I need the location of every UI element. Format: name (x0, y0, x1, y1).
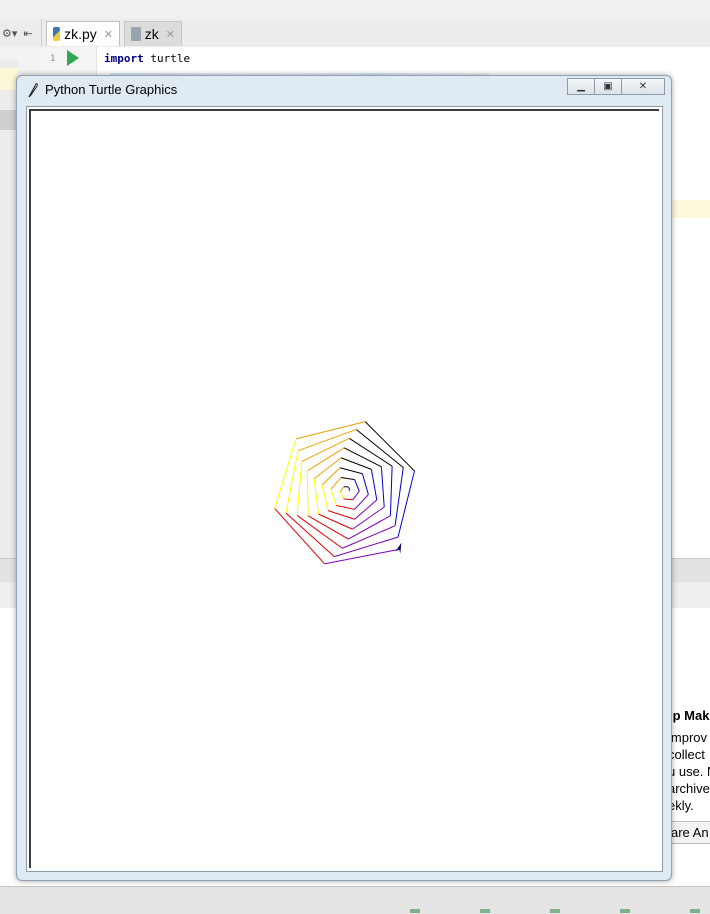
close-icon[interactable]: ✕ (166, 28, 175, 41)
spiral-segment (275, 439, 296, 509)
spiral-segment (365, 422, 414, 471)
spiral-segment (352, 507, 384, 529)
spiral-segment (340, 492, 343, 499)
close-icon[interactable]: ✕ (621, 78, 665, 95)
run-icon[interactable] (67, 50, 79, 66)
minimize-icon[interactable]: ▁ (567, 78, 595, 95)
spiral-segment (340, 487, 343, 492)
ide-toolbar: ⚙▾ ⇤ (0, 19, 42, 47)
ide-tab-bar: zk.py ✕ zk ✕ (42, 19, 710, 48)
popup-text: u use. N (668, 764, 710, 779)
code-text: turtle (144, 52, 190, 65)
ide-top-strip (0, 0, 710, 19)
popup-text: archive (668, 781, 710, 796)
spiral-segment (314, 479, 318, 514)
turtle-graphics-window: Python Turtle Graphics ▁ ▣ ✕ (16, 75, 672, 881)
tab-zk-py[interactable]: zk.py ✕ (46, 21, 120, 46)
tab-label: zk (145, 26, 159, 42)
spiral-segment (371, 469, 376, 500)
spiral-segment (331, 477, 341, 489)
tab-zk[interactable]: zk ✕ (124, 21, 182, 46)
spiral-segment (355, 500, 377, 519)
popup-text: improv (668, 730, 707, 745)
spiral-segment (395, 468, 403, 526)
turtle-canvas (29, 109, 659, 868)
window-controls: ▁ ▣ ✕ (567, 78, 665, 95)
settings-icon[interactable]: ⚙▾ (2, 27, 17, 40)
collapse-icon[interactable]: ⇤ (23, 27, 32, 40)
spiral-segment (322, 485, 328, 511)
code-keyword: import (104, 52, 144, 65)
spiral-segment (344, 448, 381, 467)
spiral-segment (341, 477, 355, 479)
spiral-segment (355, 495, 369, 510)
spiral-segment (331, 489, 337, 505)
spiral-segment (398, 471, 415, 537)
spiral-segment (340, 468, 362, 474)
maximize-icon[interactable]: ▣ (594, 78, 622, 95)
popup-text: collect (668, 747, 705, 762)
line-number: 1 (50, 54, 55, 64)
feather-icon (27, 82, 39, 98)
turtle-drawing (31, 111, 661, 869)
spiral-segment (344, 499, 353, 500)
spiral-segment (297, 461, 302, 515)
close-icon[interactable]: ✕ (104, 28, 113, 41)
window-title: Python Turtle Graphics (45, 82, 177, 97)
spiral-segment (314, 458, 341, 479)
spiral-segment (328, 511, 355, 520)
spiral-segment (355, 480, 360, 492)
spiral-segment (348, 487, 349, 490)
turtle-cursor-icon (396, 543, 402, 554)
python-file-icon (53, 27, 60, 41)
spiral-segment (298, 429, 356, 450)
spiral-segment (353, 491, 360, 500)
current-line-highlight (672, 200, 710, 218)
popup-title: lp Mak (669, 708, 709, 723)
spiral-segment (307, 471, 308, 516)
tab-label: zk.py (64, 26, 97, 42)
share-button[interactable]: are An (666, 821, 710, 844)
spiral-segment (334, 537, 398, 556)
spiral-segment (286, 513, 334, 557)
status-indicators (410, 909, 710, 913)
spiral-segment (356, 429, 403, 467)
spiral-segment (362, 474, 368, 495)
turtle-canvas-frame (26, 106, 663, 872)
spiral-segment (390, 466, 392, 516)
text-file-icon (131, 27, 141, 41)
spiral-segment (286, 451, 298, 513)
spiral-segment (342, 526, 395, 548)
code-line[interactable]: import turtle (104, 52, 190, 65)
spiral-segment (381, 467, 384, 507)
spiral-segment (336, 505, 354, 509)
